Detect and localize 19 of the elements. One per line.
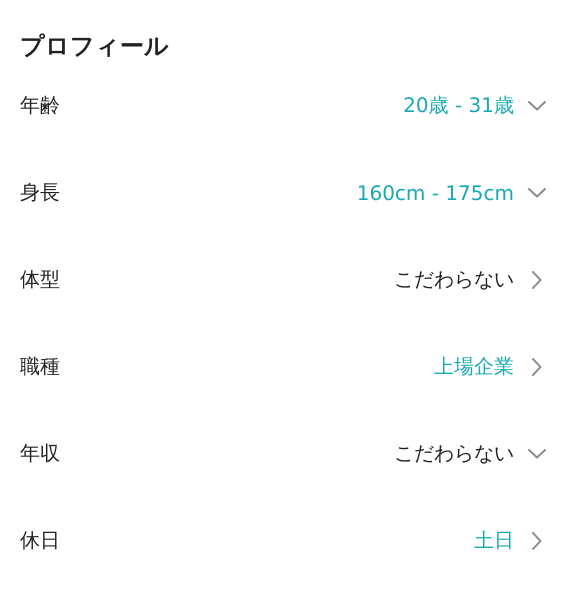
filter-label: 年収 bbox=[20, 440, 61, 467]
filter-value: 土日 bbox=[474, 527, 514, 554]
filter-label: 身長 bbox=[20, 179, 61, 206]
filter-value: 160cm - 175cm bbox=[356, 180, 514, 204]
filter-row[interactable]: 休日 土日 bbox=[20, 497, 546, 584]
filter-value: 20歳 - 31歳 bbox=[403, 92, 514, 119]
filter-row[interactable]: 身長 160cm - 175cm bbox=[20, 149, 546, 236]
filter-value: こだわらない bbox=[394, 266, 514, 293]
section-title: プロフィール bbox=[20, 31, 170, 62]
filter-row[interactable]: 体型 こだわらない bbox=[20, 236, 546, 323]
filter-row[interactable]: 職種 上場企業 bbox=[20, 323, 546, 410]
filter-label: 体型 bbox=[20, 266, 61, 293]
filter-value: こだわらない bbox=[394, 440, 514, 467]
filter-row[interactable]: 年収 こだわらない bbox=[20, 410, 546, 497]
filter-value: 上場企業 bbox=[434, 353, 514, 380]
filter-label: 休日 bbox=[20, 527, 61, 554]
filter-row[interactable]: 年齢 20歳 - 31歳 bbox=[20, 62, 546, 149]
filter-label: 年齢 bbox=[20, 92, 61, 119]
filter-label: 職種 bbox=[20, 353, 61, 380]
